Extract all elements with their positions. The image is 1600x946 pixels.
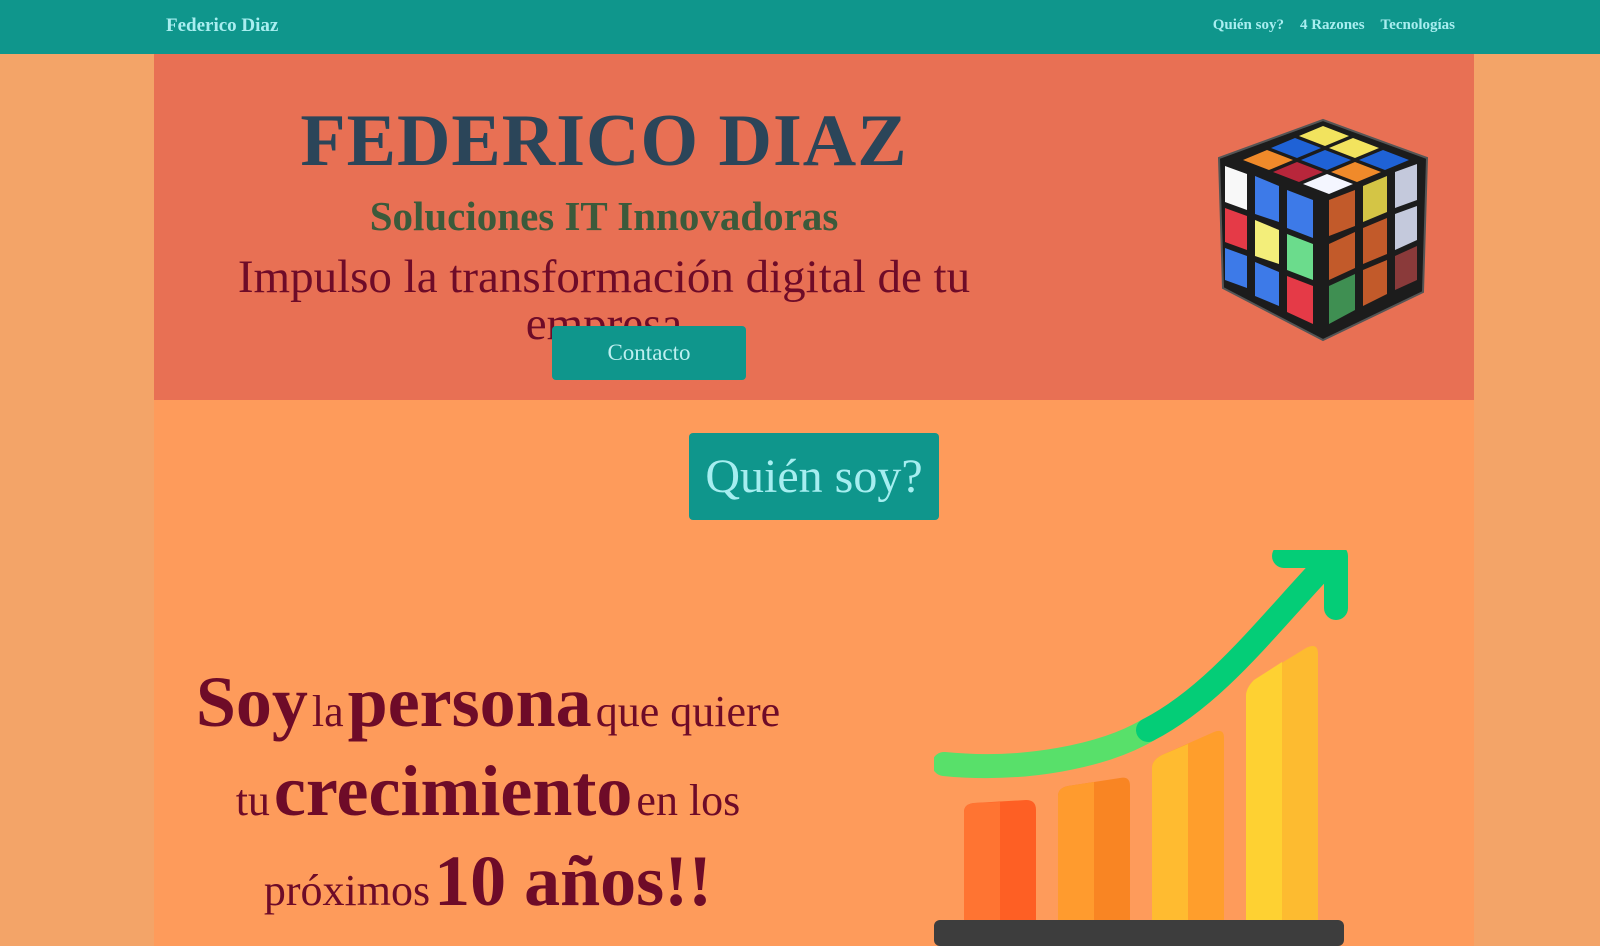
contact-button[interactable]: Contacto	[552, 326, 746, 380]
top-navbar: Federico Diaz Quién soy? 4 Razones Tecno…	[0, 0, 1600, 54]
nav-link-4-razones[interactable]: 4 Razones	[1300, 17, 1365, 34]
brand-link[interactable]: Federico Diaz	[166, 15, 278, 37]
statement-word: próximos	[263, 865, 431, 915]
statement-word: tu	[235, 776, 270, 826]
nav-links: Quién soy? 4 Razones Tecnologías	[1213, 17, 1455, 34]
statement-word: que quiere	[595, 687, 781, 736]
hero-subtitle: Soluciones IT Innovadoras	[369, 193, 839, 239]
statement-word: 10 años!!	[434, 840, 713, 921]
nav-link-tecnologias[interactable]: Tecnologías	[1381, 17, 1455, 34]
statement-word: Soy	[195, 662, 308, 742]
rubiks-cube-icon	[1217, 118, 1429, 342]
statement-word: persona	[347, 662, 592, 742]
about-statement: Soy la persona que quiere tu crecimiento…	[168, 658, 808, 926]
statement-word: la	[311, 687, 344, 736]
statement-word: en los	[636, 776, 741, 826]
hero-section: FEDERICO DIAZ Soluciones IT Innovadoras …	[154, 54, 1474, 400]
growth-chart-icon	[934, 550, 1348, 946]
hero-title: FEDERICO DIAZ	[300, 100, 908, 182]
about-section: Quién soy? Soy la persona que quiere tu …	[154, 400, 1474, 946]
statement-word: crecimiento	[273, 751, 633, 832]
nav-link-quien-soy[interactable]: Quién soy?	[1213, 17, 1284, 34]
quien-soy-button[interactable]: Quién soy?	[689, 433, 939, 520]
